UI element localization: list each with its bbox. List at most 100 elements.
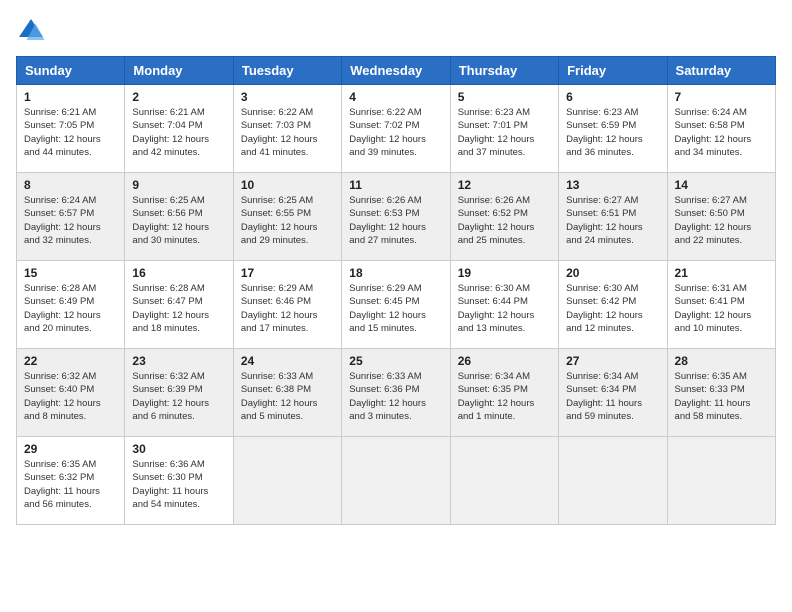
day-info: Sunrise: 6:35 AMSunset: 6:32 PMDaylight:… xyxy=(24,458,117,511)
day-info: Sunrise: 6:26 AMSunset: 6:53 PMDaylight:… xyxy=(349,194,442,247)
day-number: 28 xyxy=(675,354,768,368)
day-info: Sunrise: 6:24 AMSunset: 6:58 PMDaylight:… xyxy=(675,106,768,159)
day-info: Sunrise: 6:27 AMSunset: 6:51 PMDaylight:… xyxy=(566,194,659,247)
day-number: 7 xyxy=(675,90,768,104)
day-info: Sunrise: 6:21 AMSunset: 7:04 PMDaylight:… xyxy=(132,106,225,159)
day-info: Sunrise: 6:23 AMSunset: 6:59 PMDaylight:… xyxy=(566,106,659,159)
day-number: 3 xyxy=(241,90,334,104)
day-number: 25 xyxy=(349,354,442,368)
calendar-week-row: 22 Sunrise: 6:32 AMSunset: 6:40 PMDayligh… xyxy=(17,349,776,437)
day-info: Sunrise: 6:28 AMSunset: 6:49 PMDaylight:… xyxy=(24,282,117,335)
calendar-cell xyxy=(450,437,558,525)
calendar-cell xyxy=(667,437,775,525)
day-number: 29 xyxy=(24,442,117,456)
calendar-cell xyxy=(559,437,667,525)
calendar-cell: 18 Sunrise: 6:29 AMSunset: 6:45 PMDayligh… xyxy=(342,261,450,349)
header xyxy=(16,16,776,46)
weekday-header-tuesday: Tuesday xyxy=(233,57,341,85)
calendar-cell xyxy=(233,437,341,525)
day-info: Sunrise: 6:24 AMSunset: 6:57 PMDaylight:… xyxy=(24,194,117,247)
day-number: 30 xyxy=(132,442,225,456)
day-number: 23 xyxy=(132,354,225,368)
day-number: 13 xyxy=(566,178,659,192)
day-info: Sunrise: 6:33 AMSunset: 6:36 PMDaylight:… xyxy=(349,370,442,423)
calendar-cell: 26 Sunrise: 6:34 AMSunset: 6:35 PMDayligh… xyxy=(450,349,558,437)
day-number: 18 xyxy=(349,266,442,280)
day-number: 10 xyxy=(241,178,334,192)
calendar-cell: 6 Sunrise: 6:23 AMSunset: 6:59 PMDaylight… xyxy=(559,85,667,173)
day-info: Sunrise: 6:30 AMSunset: 6:42 PMDaylight:… xyxy=(566,282,659,335)
day-number: 9 xyxy=(132,178,225,192)
calendar-week-row: 1 Sunrise: 6:21 AMSunset: 7:05 PMDaylight… xyxy=(17,85,776,173)
weekday-header-thursday: Thursday xyxy=(450,57,558,85)
calendar-cell: 22 Sunrise: 6:32 AMSunset: 6:40 PMDayligh… xyxy=(17,349,125,437)
calendar-cell: 21 Sunrise: 6:31 AMSunset: 6:41 PMDayligh… xyxy=(667,261,775,349)
day-number: 14 xyxy=(675,178,768,192)
calendar-cell: 1 Sunrise: 6:21 AMSunset: 7:05 PMDaylight… xyxy=(17,85,125,173)
logo-icon xyxy=(16,16,46,46)
calendar-cell: 25 Sunrise: 6:33 AMSunset: 6:36 PMDayligh… xyxy=(342,349,450,437)
weekday-header-row: SundayMondayTuesdayWednesdayThursdayFrid… xyxy=(17,57,776,85)
calendar-page: SundayMondayTuesdayWednesdayThursdayFrid… xyxy=(0,0,792,612)
calendar-cell: 15 Sunrise: 6:28 AMSunset: 6:49 PMDayligh… xyxy=(17,261,125,349)
calendar-cell: 27 Sunrise: 6:34 AMSunset: 6:34 PMDayligh… xyxy=(559,349,667,437)
day-number: 11 xyxy=(349,178,442,192)
weekday-header-monday: Monday xyxy=(125,57,233,85)
day-info: Sunrise: 6:29 AMSunset: 6:46 PMDaylight:… xyxy=(241,282,334,335)
calendar-cell: 23 Sunrise: 6:32 AMSunset: 6:39 PMDayligh… xyxy=(125,349,233,437)
calendar-cell: 2 Sunrise: 6:21 AMSunset: 7:04 PMDaylight… xyxy=(125,85,233,173)
calendar-table: SundayMondayTuesdayWednesdayThursdayFrid… xyxy=(16,56,776,525)
day-info: Sunrise: 6:34 AMSunset: 6:34 PMDaylight:… xyxy=(566,370,659,423)
day-number: 4 xyxy=(349,90,442,104)
calendar-cell: 4Sunrise: 6:22 AMSunset: 7:02 PMDaylight… xyxy=(342,85,450,173)
day-number: 16 xyxy=(132,266,225,280)
day-info: Sunrise: 6:25 AMSunset: 6:55 PMDaylight:… xyxy=(241,194,334,247)
day-number: 2 xyxy=(132,90,225,104)
day-number: 15 xyxy=(24,266,117,280)
day-number: 1 xyxy=(24,90,117,104)
day-info: Sunrise: 6:21 AMSunset: 7:05 PMDaylight:… xyxy=(24,106,117,159)
day-number: 27 xyxy=(566,354,659,368)
weekday-header-wednesday: Wednesday xyxy=(342,57,450,85)
day-info: Sunrise: 6:32 AMSunset: 6:40 PMDaylight:… xyxy=(24,370,117,423)
calendar-cell: 17 Sunrise: 6:29 AMSunset: 6:46 PMDayligh… xyxy=(233,261,341,349)
day-info: Sunrise: 6:29 AMSunset: 6:45 PMDaylight:… xyxy=(349,282,442,335)
day-info: Sunrise: 6:22 AMSunset: 7:03 PMDaylight:… xyxy=(241,106,334,159)
calendar-cell: 8 Sunrise: 6:24 AMSunset: 6:57 PMDaylight… xyxy=(17,173,125,261)
weekday-header-sunday: Sunday xyxy=(17,57,125,85)
day-number: 6 xyxy=(566,90,659,104)
day-number: 20 xyxy=(566,266,659,280)
calendar-cell: 14Sunrise: 6:27 AMSunset: 6:50 PMDayligh… xyxy=(667,173,775,261)
calendar-cell: 19 Sunrise: 6:30 AMSunset: 6:44 PMDayligh… xyxy=(450,261,558,349)
day-info: Sunrise: 6:25 AMSunset: 6:56 PMDaylight:… xyxy=(132,194,225,247)
calendar-cell: 28 Sunrise: 6:35 AMSunset: 6:33 PMDayligh… xyxy=(667,349,775,437)
calendar-cell: 9 Sunrise: 6:25 AMSunset: 6:56 PMDaylight… xyxy=(125,173,233,261)
calendar-cell: 3 Sunrise: 6:22 AMSunset: 7:03 PMDaylight… xyxy=(233,85,341,173)
day-number: 22 xyxy=(24,354,117,368)
calendar-cell: 24Sunrise: 6:33 AMSunset: 6:38 PMDayligh… xyxy=(233,349,341,437)
day-number: 19 xyxy=(458,266,551,280)
calendar-week-row: 29 Sunrise: 6:35 AMSunset: 6:32 PMDayligh… xyxy=(17,437,776,525)
day-number: 8 xyxy=(24,178,117,192)
calendar-cell: 16 Sunrise: 6:28 AMSunset: 6:47 PMDayligh… xyxy=(125,261,233,349)
calendar-week-row: 15 Sunrise: 6:28 AMSunset: 6:49 PMDayligh… xyxy=(17,261,776,349)
day-info: Sunrise: 6:28 AMSunset: 6:47 PMDaylight:… xyxy=(132,282,225,335)
calendar-week-row: 8 Sunrise: 6:24 AMSunset: 6:57 PMDaylight… xyxy=(17,173,776,261)
day-number: 5 xyxy=(458,90,551,104)
calendar-cell xyxy=(342,437,450,525)
day-info: Sunrise: 6:35 AMSunset: 6:33 PMDaylight:… xyxy=(675,370,768,423)
day-info: Sunrise: 6:32 AMSunset: 6:39 PMDaylight:… xyxy=(132,370,225,423)
logo xyxy=(16,16,50,46)
day-info: Sunrise: 6:31 AMSunset: 6:41 PMDaylight:… xyxy=(675,282,768,335)
calendar-cell: 12Sunrise: 6:26 AMSunset: 6:52 PMDayligh… xyxy=(450,173,558,261)
day-number: 26 xyxy=(458,354,551,368)
calendar-cell: 29 Sunrise: 6:35 AMSunset: 6:32 PMDayligh… xyxy=(17,437,125,525)
day-number: 21 xyxy=(675,266,768,280)
weekday-header-friday: Friday xyxy=(559,57,667,85)
day-info: Sunrise: 6:34 AMSunset: 6:35 PMDaylight:… xyxy=(458,370,551,423)
day-number: 17 xyxy=(241,266,334,280)
day-info: Sunrise: 6:30 AMSunset: 6:44 PMDaylight:… xyxy=(458,282,551,335)
calendar-cell: 10 Sunrise: 6:25 AMSunset: 6:55 PMDayligh… xyxy=(233,173,341,261)
day-info: Sunrise: 6:36 AMSunset: 6:30 PMDaylight:… xyxy=(132,458,225,511)
calendar-cell: 20 Sunrise: 6:30 AMSunset: 6:42 PMDayligh… xyxy=(559,261,667,349)
